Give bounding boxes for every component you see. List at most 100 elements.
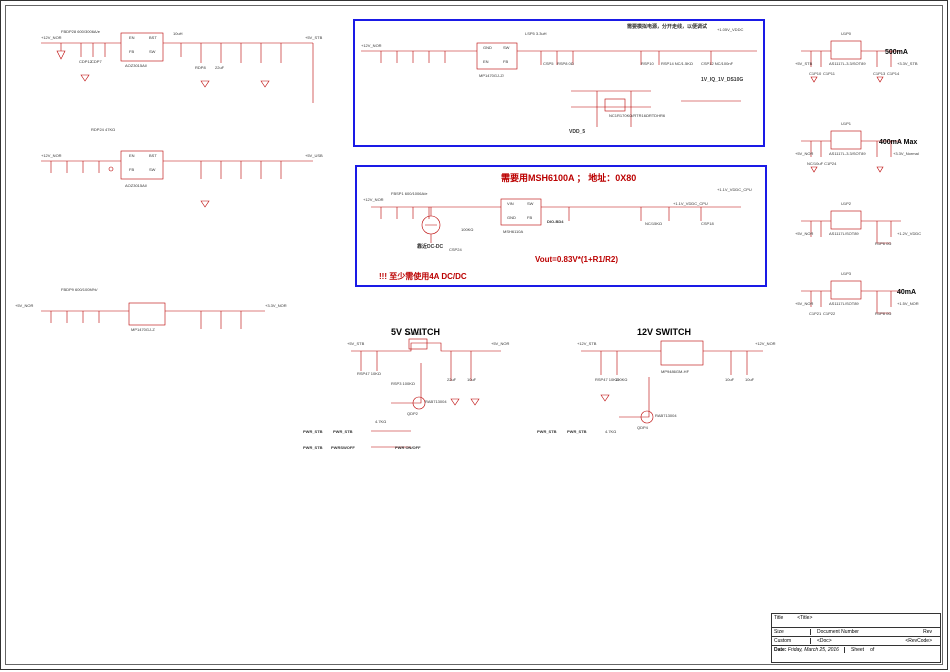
sw5v-in: +5V_STB [347, 341, 364, 346]
tb-date-label: Date: [774, 647, 787, 653]
cdpB2: 10uF [745, 377, 754, 382]
ic-b3: MP1470GJ-Z [131, 327, 155, 332]
cdp12: CDP12 [79, 59, 92, 64]
csp5: CSP5 [543, 61, 553, 66]
net-out-box2: +1.1V_VDDC_CPU [717, 187, 752, 192]
pin-bst-1: BST [149, 35, 157, 40]
r4-c2: C1P22 [823, 311, 835, 316]
net-105v: +1.05V_VDDC [717, 27, 743, 32]
net-out-b2: +5V_USB [305, 153, 323, 158]
box2-header: 需要用MSH6100A ； 地址：0X80 [501, 171, 636, 184]
pwr-stb-2b: PWR_STB [567, 429, 587, 434]
net-in-b1: +12V_NOR [41, 35, 62, 40]
rdp47c: 100KΩ [615, 377, 627, 382]
pin-en-1: EN [129, 35, 135, 40]
rsp3a: RSP3 100KΩ [391, 381, 415, 386]
sw5v-out: +5V_NOR [491, 341, 509, 346]
r3-r1p: R1P6 0Ω [875, 241, 891, 246]
tb-title-label: Title [774, 615, 783, 626]
rsp14: RSP14 NC/1.5KΩ [661, 61, 693, 66]
title-block: Title <Title> Size Document Number Rev C… [771, 613, 941, 663]
tb-sheet-label: Sheet [851, 647, 864, 653]
net-in-b3: +5V_NOR [15, 303, 33, 308]
r1-c2: C1P11 [823, 71, 835, 76]
u1p3: U1P3 [841, 271, 851, 276]
schematic-sheet: +12V_NOR +5V_STB AOZ3015AI/ FBDP28 600/3… [0, 0, 948, 670]
highlight-box-1 [353, 19, 765, 147]
q12v: MP9486GM-HF [661, 369, 689, 374]
rsp10: RSP10 [641, 61, 654, 66]
fb-b3: FBDP9 600/100M%/ [61, 287, 97, 292]
r47k2: 4.7KΩ [605, 429, 616, 434]
rdp47a: RSP47 10KΩ [357, 371, 381, 376]
u1p2: U1P2 [841, 201, 851, 206]
csp24: CSP24 [449, 247, 462, 252]
pin-vin-b2: VIN [507, 201, 514, 206]
r1-out: +3.3V_STB [897, 61, 918, 66]
net-out-b3: +3.3V_NOR [265, 303, 287, 308]
pwr-stb-1c: PWR_STB [303, 445, 323, 450]
r2-in: +5V_NOR [795, 151, 813, 156]
pwrswoff-1: PWRSWOFF [331, 445, 355, 450]
net-in-box2: +12V_NOR [363, 197, 384, 202]
ic-box2: MSH6110A [503, 229, 523, 234]
r1-c1: C1P10 [809, 71, 821, 76]
r2-out: +3.3V_Normal [893, 151, 919, 156]
tb-rev-label: Rev [923, 629, 932, 635]
pin-gnd-b2: GND [507, 215, 516, 220]
r3-in: +5V_NOR [795, 231, 813, 236]
tb-sheet-val: of [870, 647, 874, 653]
ic-b1: AOZ3015AI/ [125, 63, 147, 68]
r1-c3: C1P13 [873, 71, 885, 76]
box2-formula: Vout=0.83V*(1+R1/R2) [535, 255, 618, 264]
qdp4: QDP4 [637, 425, 648, 430]
pin-sw-2: SW [149, 167, 155, 172]
sw12v-title: 12V SWITCH [637, 327, 691, 337]
r2-label: 400mA Max [879, 139, 917, 146]
r4-in: +5V_NOR [795, 301, 813, 306]
box2-warning: !!! 至少需使用4A DC/DC [379, 271, 467, 282]
pin-sw-b2: SW [527, 201, 533, 206]
note-box2-cn: 靠近DC-DC [417, 243, 443, 250]
pin-fb-b1: FB [503, 59, 508, 64]
tr2: RAB713004 [655, 413, 677, 418]
pin-fb-1: FB [129, 49, 134, 54]
u1p0: U1P0 [841, 31, 851, 36]
pin-sw-b1: SW [503, 45, 509, 50]
rdp24-b2: RDP24 47KΩ [91, 127, 115, 132]
pin-sw-1: SW [149, 49, 155, 54]
r1-in: +5V_STB [795, 61, 812, 66]
pwr-stb-2a: PWR_STB [537, 429, 557, 434]
r2-c1: NC/10uF C1P24 [807, 161, 836, 166]
net-vdd5: VDD_5 [569, 129, 585, 135]
pwr-stb-1a: PWR_STB [303, 429, 323, 434]
tr1: RAB713004 [425, 399, 447, 404]
cdpA: 22uF [215, 65, 224, 70]
r3-part: AS1117L/SOT89 [829, 231, 859, 236]
ncr: NC/15KΩ [645, 221, 662, 226]
tb-title-val: <Title> [797, 615, 812, 626]
ic-box1: MP1470GJ-Z/ [479, 73, 504, 78]
tb-size-label: Size [774, 629, 811, 635]
qb: NC1R170KΩ/RTR16ΩRTDHR6 [609, 113, 665, 118]
r1-label: 500mA [885, 49, 908, 56]
qdp2: QDP2 [407, 411, 418, 416]
pin-en-b1: EN [483, 59, 489, 64]
u1p1: U1P1 [841, 121, 851, 126]
cdp7: CDP7 [91, 59, 102, 64]
ic-b2: AOZ3015AI/ [125, 183, 147, 188]
tb-rev-val: <RevCode> [905, 638, 932, 644]
fb-b1: FBDP28 600/3006A/e [61, 29, 100, 34]
pin-fb-2: FB [129, 167, 134, 172]
pwr-onoff: PWR ON/OFF [395, 445, 421, 450]
r4-out: +1.5V_NOR [897, 301, 919, 306]
csp18: CSP18 [701, 221, 714, 226]
tb-size-val: Custom [774, 638, 811, 644]
fbsp1: FBSP1 600/1006A/e [391, 191, 427, 196]
cdpA3: 10uF [467, 377, 476, 382]
lsp2: 10uH [173, 31, 183, 36]
r1-c4: C1P14 [887, 71, 899, 76]
sw12v-in: +12V_STB [577, 341, 596, 346]
net-iq: 1V_IQ_1V_DS10G [701, 77, 743, 83]
r2-part: AS1117L-3.3/SOT89 [829, 151, 866, 156]
